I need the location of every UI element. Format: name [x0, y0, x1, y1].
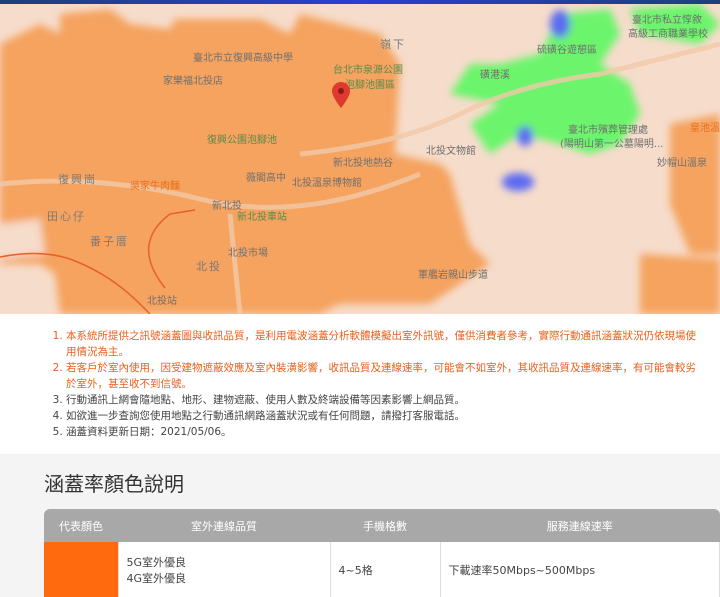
notes-section: 本系統所提供之訊號涵蓋圖與收訊品質，是利用電波涵蓋分析軟體模擬出室外訊號，僅供消… [0, 314, 720, 454]
table-header-row: 代表顏色 室外連線品質 手機格數 服務連線速率 [44, 509, 720, 542]
note-item: 行動通訊上網會隨地點、地形、建物遮蔽、使用人數及終端設備等因素影響上網品質。 [66, 392, 700, 408]
table-row: 5G室外優良 4G室外優良 4~5格 下載速率50Mbps~500Mbps [44, 542, 720, 597]
header-quality: 室外連線品質 [118, 509, 330, 542]
bars-cell: 4~5格 [330, 542, 441, 597]
map-label[interactable]: 新北投地熱谷 [333, 159, 393, 169]
note-item: 本系統所提供之訊號涵蓋圖與收訊品質，是利用電波涵蓋分析軟體模擬出室外訊號，僅供消… [66, 328, 700, 360]
map-label[interactable]: 台北市泉源公園 [333, 66, 403, 76]
map-label[interactable]: 新北投 [212, 202, 242, 212]
note-item: 如欲進一步查詢您使用地點之行動通訊網路涵蓋狀況或有任何問題，請撥打客服電話。 [66, 408, 700, 424]
map-label[interactable]: 臺北市立復興高級中學 [193, 54, 293, 64]
map-label[interactable]: 北投站 [147, 297, 177, 307]
note-item: 涵蓋資料更新日期：2021/05/06。 [66, 424, 700, 440]
location-pin-icon[interactable] [332, 82, 350, 108]
coverage-area-fair [550, 10, 570, 38]
quality-5g: 5G室外優良 [126, 555, 187, 569]
speed-cell: 下載速率50Mbps~500Mbps [440, 542, 720, 597]
map-label[interactable]: 嶺下 [380, 39, 406, 50]
map-label[interactable]: 軍艦岩親山步道 [418, 271, 488, 281]
map-label[interactable]: 復興公園泡腳池 [207, 136, 277, 146]
map-label[interactable]: 硫磺谷遊憩區 [537, 46, 597, 56]
map-label[interactable]: 磺港溪 [480, 71, 510, 81]
map-label[interactable]: 臺北市殯葬管理處 [568, 126, 648, 136]
map-label[interactable]: 妙帽山溫泉 [657, 159, 707, 169]
header-color: 代表顏色 [44, 509, 118, 542]
quality-cell: 5G室外優良 4G室外優良 [118, 542, 331, 597]
map-label[interactable]: 田心仔 [47, 211, 86, 222]
legend-table: 代表顏色 室外連線品質 手機格數 服務連線速率 5G室外優良 4G室外優良 4~… [44, 509, 720, 597]
header-bars: 手機格數 [330, 509, 440, 542]
map-label[interactable]: 北投文物館 [426, 147, 476, 157]
map-label[interactable]: 家樂福北投店 [163, 77, 223, 87]
legend-title: 涵蓋率顏色說明 [44, 472, 184, 496]
map-label[interactable]: 泡腳池園區 [345, 81, 395, 91]
quality-4g: 4G室外優良 [126, 571, 187, 585]
map-label[interactable]: 北投 [196, 261, 222, 272]
map-label[interactable]: 復興崗 [58, 174, 97, 185]
header-speed: 服務連線速率 [440, 509, 720, 542]
map-label[interactable]: 皇池溫 [690, 124, 720, 134]
map-label[interactable]: 吳家牛肉麵 [130, 182, 180, 192]
legend-section: 涵蓋率顏色說明 代表顏色 室外連線品質 手機格數 服務連線速率 5G室外優良 4… [0, 454, 720, 597]
note-item: 若客戶於室內使用，因受建物遮蔽效應及室內裝潢影響，收訊品質及連線速率，可能會不如… [66, 360, 700, 392]
color-swatch [44, 542, 119, 597]
map-label[interactable]: (陽明山第一公墓陽明... [560, 140, 663, 150]
map-label[interactable]: 新北投車站 [237, 213, 287, 223]
coverage-map[interactable]: 臺北市立復興高級中學 家樂福北投店 台北市泉源公園 泡腳池園區 嶺下 硫磺谷遊憩區 磺港溪臺… [0, 4, 720, 314]
map-label[interactable]: 高級工商職業學校 [628, 30, 708, 40]
map-label[interactable]: 北投溫泉博物館 [292, 179, 362, 189]
map-label[interactable]: 北投市場 [228, 249, 268, 259]
map-label[interactable]: 薇閣高中 [246, 174, 286, 184]
map-label[interactable]: 番子厝 [90, 236, 129, 247]
map-label[interactable]: 臺北市私立惇敘 [632, 16, 702, 26]
